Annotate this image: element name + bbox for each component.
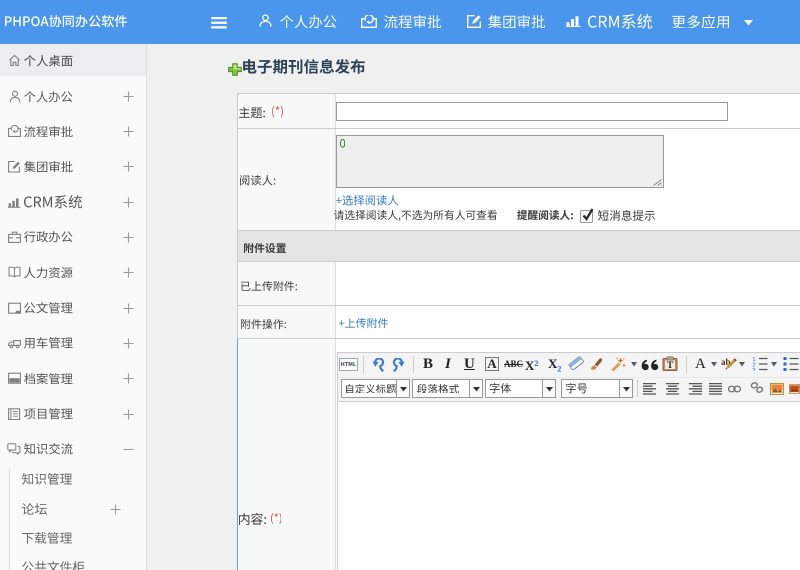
svg-text:3: 3 bbox=[753, 368, 756, 371]
svg-text:T: T bbox=[667, 361, 674, 371]
